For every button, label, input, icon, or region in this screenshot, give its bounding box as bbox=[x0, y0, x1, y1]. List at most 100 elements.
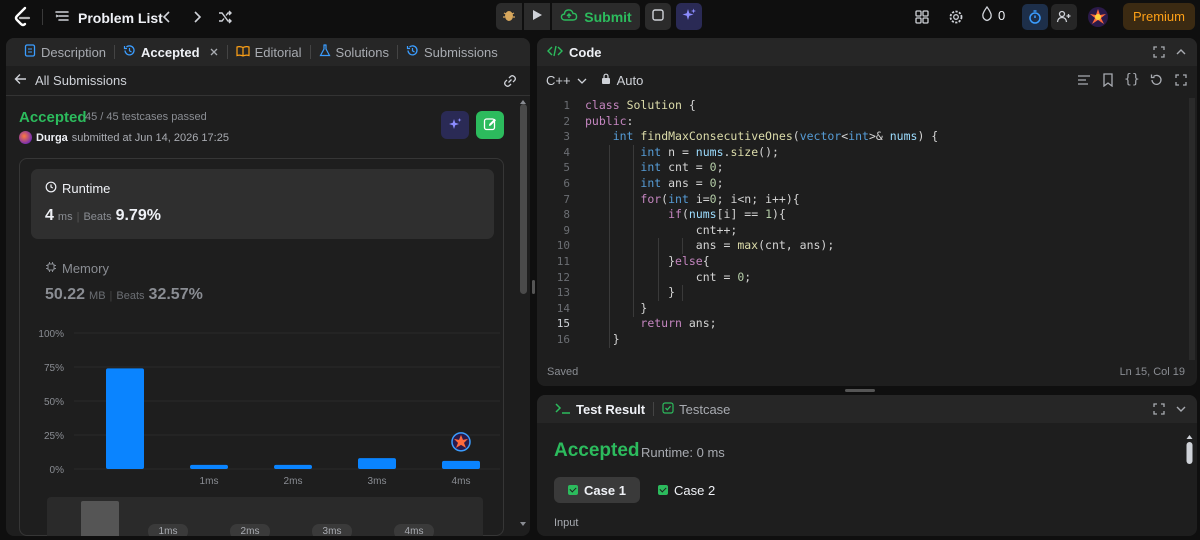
line-number: 4 bbox=[563, 145, 570, 159]
line-number: 3 bbox=[563, 130, 570, 144]
edit-solution-button[interactable] bbox=[476, 111, 504, 139]
tab-label: Description bbox=[41, 44, 107, 60]
code-line[interactable]: } bbox=[585, 285, 675, 301]
tab-description[interactable]: Description bbox=[16, 44, 114, 60]
submit-button[interactable]: Submit bbox=[552, 3, 640, 30]
code-scrollbar[interactable] bbox=[1189, 98, 1195, 360]
braces-icon[interactable]: {} bbox=[1124, 72, 1140, 87]
save-status: Saved bbox=[547, 366, 579, 378]
code-line[interactable]: for(int i=0; i<n; i++){ bbox=[585, 192, 799, 208]
submitter-name[interactable]: Durga bbox=[36, 132, 68, 144]
chevron-left-icon[interactable] bbox=[155, 5, 179, 29]
runtime-box[interactable]: Runtime 4 ms | Beats 9.79% bbox=[31, 169, 494, 239]
chevron-down-icon bbox=[577, 73, 587, 88]
result-status: Accepted bbox=[554, 440, 640, 461]
result-scrollbar[interactable] bbox=[1185, 433, 1194, 533]
code-line[interactable]: } bbox=[585, 332, 620, 348]
note-button[interactable] bbox=[645, 3, 671, 30]
code-line[interactable]: }else{ bbox=[585, 254, 710, 270]
overview-bar bbox=[81, 501, 119, 536]
code-line[interactable]: cnt++; bbox=[585, 223, 738, 239]
streak-counter[interactable]: 0 bbox=[980, 5, 1005, 25]
code-line[interactable]: if(nums[i] == 1){ bbox=[585, 207, 786, 223]
document-icon bbox=[24, 44, 36, 60]
tab-editorial[interactable]: Editorial bbox=[228, 45, 310, 60]
lock-icon bbox=[601, 73, 611, 88]
timer-icon[interactable] bbox=[1022, 4, 1048, 30]
code-line[interactable]: int findMaxConsecutiveOnes(vector<int>& … bbox=[585, 129, 939, 145]
line-number: 12 bbox=[556, 270, 570, 284]
runtime-value-row: 4 ms | Beats 9.79% bbox=[45, 207, 161, 224]
runtime-header: Runtime bbox=[45, 181, 110, 196]
format-icon[interactable] bbox=[1077, 74, 1091, 89]
expand-icon[interactable] bbox=[1153, 403, 1165, 418]
code-line[interactable]: class Solution { bbox=[585, 98, 696, 114]
x-tick-label: 4ms bbox=[452, 476, 471, 487]
case-1-tab[interactable]: Case 1 bbox=[554, 477, 640, 503]
overview-label: 3ms bbox=[323, 526, 342, 536]
bookmark-icon[interactable] bbox=[1102, 73, 1114, 90]
shuffle-icon[interactable] bbox=[213, 5, 237, 29]
code-line[interactable]: int cnt = 0; bbox=[585, 160, 723, 176]
code-line[interactable]: ans = max(cnt, ans); bbox=[585, 238, 835, 254]
vertical-resize-handle[interactable] bbox=[532, 280, 535, 294]
tab-submissions[interactable]: Submissions bbox=[398, 44, 506, 60]
tab-test-result[interactable]: Test Result bbox=[547, 402, 653, 417]
overview-label: 4ms bbox=[405, 526, 424, 536]
left-scroll-thumb[interactable] bbox=[520, 104, 527, 294]
reset-icon[interactable] bbox=[1149, 73, 1163, 90]
sparkle-icon bbox=[681, 7, 697, 26]
analyze-ai-button[interactable] bbox=[441, 111, 469, 139]
runtime-distribution-chart: 100% 75% 50% 25% 0% 1ms 2ms 3ms 4ms 1ms 2ms 3ms 4ms bbox=[38, 329, 500, 536]
autocomplete-toggle[interactable]: Auto bbox=[601, 73, 643, 88]
close-icon[interactable] bbox=[209, 45, 219, 60]
maximize-icon[interactable] bbox=[1174, 73, 1188, 90]
chart-bar bbox=[106, 368, 144, 469]
code-icon bbox=[547, 45, 563, 60]
code-line[interactable]: cnt = 0; bbox=[585, 270, 751, 286]
submitter-line: Durga submitted at Jun 14, 2026 17:25 bbox=[19, 131, 229, 144]
chevron-right-icon[interactable] bbox=[185, 5, 209, 29]
premium-button[interactable]: Premium bbox=[1123, 3, 1195, 30]
check-icon bbox=[658, 485, 668, 495]
chip-icon bbox=[45, 261, 57, 276]
testcases-passed: 45 / 45 testcases passed bbox=[85, 111, 207, 123]
debug-button[interactable] bbox=[496, 3, 522, 30]
gear-icon[interactable] bbox=[944, 5, 968, 29]
problem-list-button[interactable]: Problem List bbox=[54, 8, 163, 27]
ai-assistant-button[interactable] bbox=[676, 3, 702, 30]
tab-solutions[interactable]: Solutions bbox=[311, 44, 397, 60]
cursor-position: Ln 15, Col 19 bbox=[1119, 366, 1185, 378]
code-line[interactable]: int ans = 0; bbox=[585, 176, 723, 192]
expand-icon[interactable] bbox=[1153, 46, 1165, 61]
x-tick-label: 2ms bbox=[284, 476, 303, 487]
beats-label: Beats bbox=[83, 211, 112, 223]
avatar[interactable] bbox=[19, 131, 32, 144]
code-editor[interactable]: 1 2 3 4 5 6 7 8 9 10 11 12 13 14 15 16 c… bbox=[537, 98, 1187, 354]
avatar[interactable] bbox=[1086, 5, 1110, 29]
chevron-down-icon[interactable] bbox=[1175, 403, 1187, 418]
horizontal-resize-handle[interactable] bbox=[845, 389, 875, 392]
result-runtime: Runtime: 0 ms bbox=[641, 445, 725, 460]
grid-icon[interactable] bbox=[910, 5, 934, 29]
arrow-left-icon[interactable] bbox=[14, 73, 27, 88]
case-2-tab[interactable]: Case 2 bbox=[644, 477, 729, 503]
code-line[interactable]: } bbox=[585, 301, 647, 317]
language-select[interactable]: C++ bbox=[546, 73, 587, 88]
link-icon[interactable] bbox=[502, 74, 518, 91]
tab-accepted[interactable]: Accepted bbox=[115, 44, 227, 60]
code-line[interactable]: public: bbox=[585, 114, 633, 130]
code-line[interactable]: int n = nums.size(); bbox=[585, 145, 779, 161]
chart-bar bbox=[358, 458, 396, 469]
checkbox-icon bbox=[662, 401, 674, 417]
memory-header[interactable]: Memory bbox=[45, 261, 109, 276]
chevron-up-icon[interactable] bbox=[1175, 46, 1187, 61]
tab-testcase[interactable]: Testcase bbox=[654, 402, 738, 417]
run-button[interactable] bbox=[524, 3, 550, 30]
all-submissions-link[interactable]: All Submissions bbox=[35, 73, 127, 88]
leetcode-logo[interactable] bbox=[12, 6, 34, 28]
x-tick-label: 3ms bbox=[368, 476, 387, 487]
code-title: Code bbox=[569, 44, 602, 60]
code-line[interactable]: return ans; bbox=[585, 316, 716, 332]
add-user-icon[interactable] bbox=[1051, 4, 1077, 30]
